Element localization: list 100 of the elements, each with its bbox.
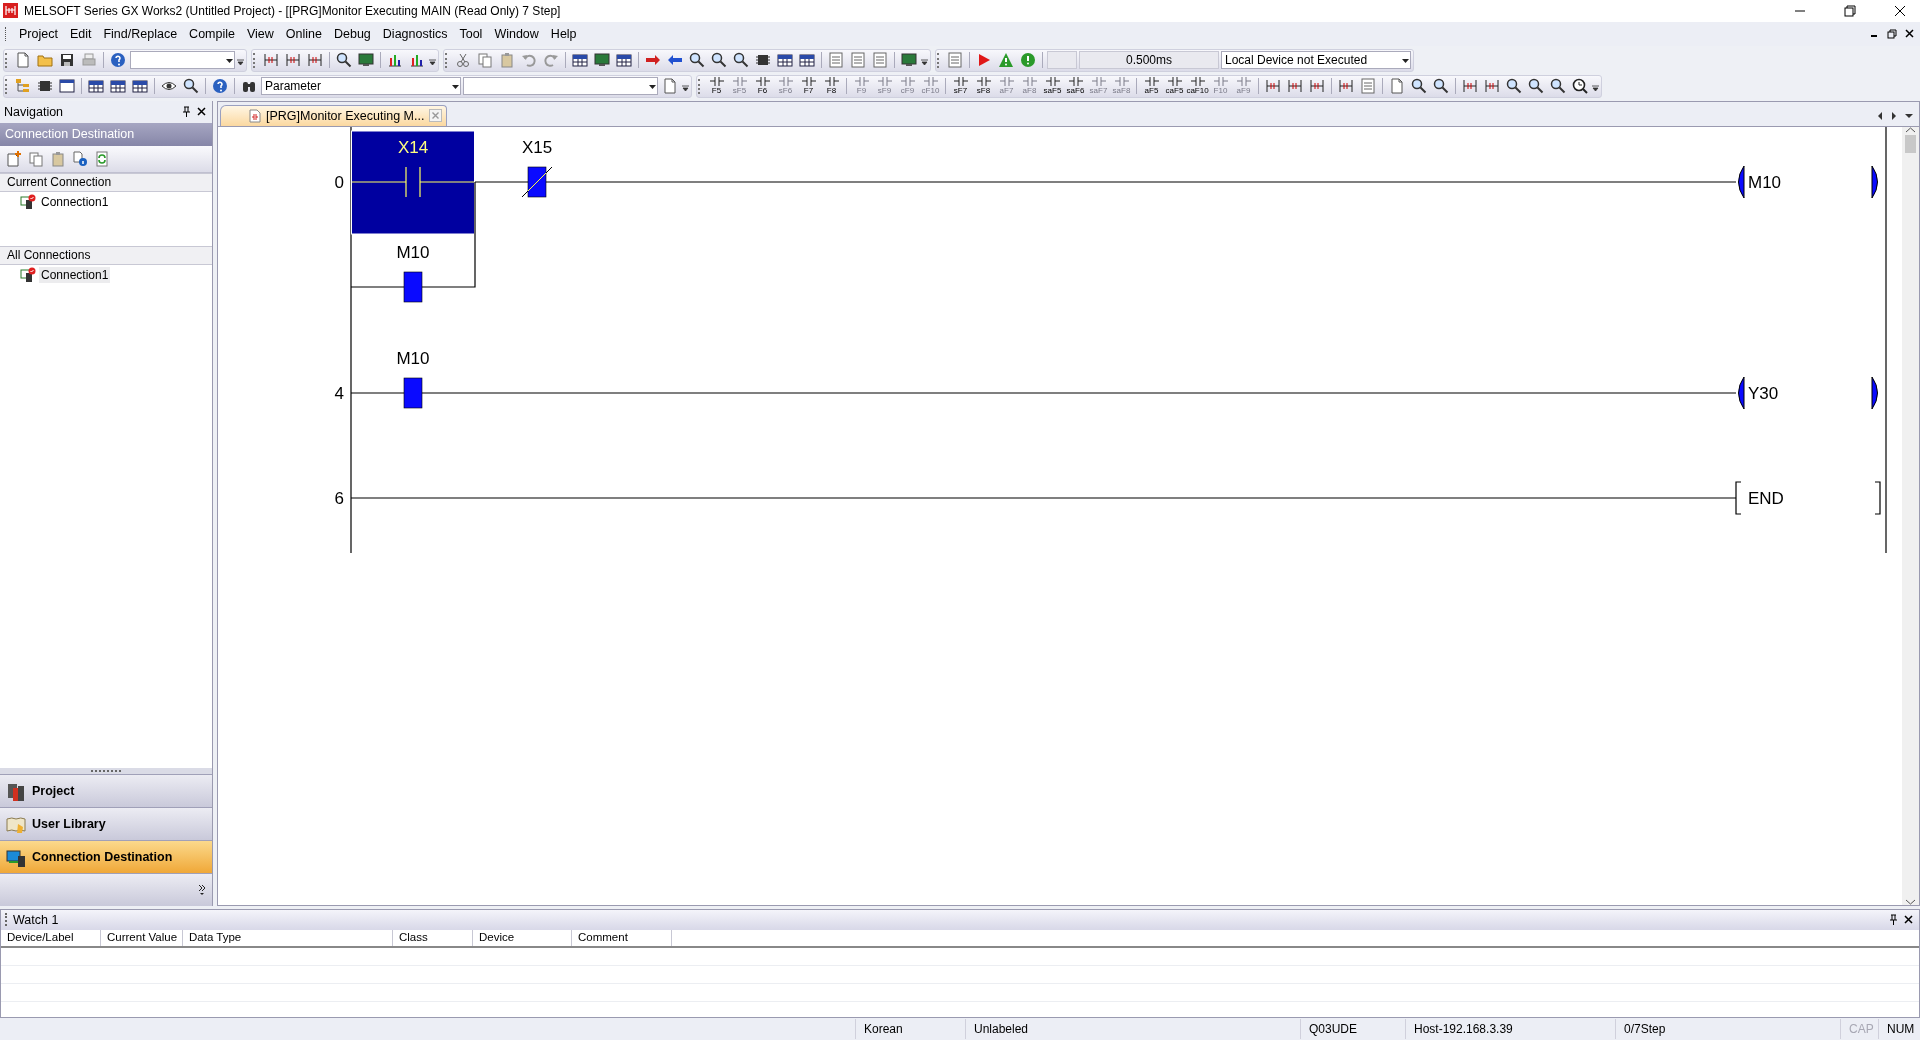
panel-button[interactable]: User Library [0, 806, 212, 840]
ladder-tool-button[interactable]: saF6 [1065, 75, 1086, 98]
document-icon[interactable] [662, 78, 678, 95]
menu-item[interactable]: Debug [328, 23, 377, 44]
magnifier-icon[interactable] [711, 52, 727, 69]
connection-item[interactable]: Connection1 [39, 193, 111, 210]
ladder-icon[interactable] [1338, 78, 1354, 95]
ladder-icon[interactable] [1462, 78, 1478, 95]
table-icon[interactable] [132, 78, 148, 95]
table-icon[interactable] [110, 78, 126, 95]
table-icon[interactable] [777, 52, 793, 69]
menu-item[interactable]: Diagnostics [376, 23, 454, 44]
ladder-icon[interactable] [285, 52, 301, 69]
document-icon[interactable] [15, 52, 31, 69]
column-header[interactable]: Comment [572, 929, 672, 946]
magnifier-icon[interactable] [336, 52, 352, 69]
magnifier-icon[interactable] [689, 52, 705, 69]
ladder-icon[interactable] [307, 52, 323, 69]
scroll-right-icon[interactable] [1891, 111, 1897, 120]
ladder-tool-button[interactable]: F6 [752, 75, 773, 98]
column-header[interactable]: Current Value [101, 929, 183, 946]
scroll-down-icon[interactable] [1906, 898, 1915, 905]
redo-icon[interactable] [543, 52, 559, 69]
menu-item[interactable]: Help [544, 23, 583, 44]
dropdown-field[interactable] [130, 51, 235, 70]
close-icon[interactable] [1894, 4, 1906, 17]
copy-icon[interactable] [477, 52, 493, 69]
menu-item[interactable]: View [240, 23, 280, 44]
magnifier-icon[interactable] [1506, 78, 1522, 95]
magnifier-icon[interactable] [1550, 78, 1566, 95]
restore-icon[interactable] [1887, 28, 1897, 39]
clipboard-icon[interactable] [50, 150, 66, 167]
ladder-tool-button[interactable]: F7 [798, 75, 819, 98]
menu-item[interactable]: Window [488, 23, 545, 44]
document-icon[interactable] [1389, 78, 1405, 95]
window-icon[interactable] [59, 78, 75, 95]
refresh-icon[interactable] [94, 150, 110, 167]
menu-item[interactable]: Edit [63, 23, 98, 44]
clipboard-icon[interactable] [499, 52, 515, 69]
magnifier-icon[interactable] [733, 52, 749, 69]
device-status-dropdown[interactable]: Local Device not Executed [1221, 51, 1411, 70]
magnifier-icon[interactable] [1528, 78, 1544, 95]
table-icon[interactable] [799, 52, 815, 69]
folder-icon[interactable] [37, 52, 53, 69]
help-icon[interactable] [212, 78, 228, 95]
ladder-icon[interactable] [263, 52, 279, 69]
undo-icon[interactable] [521, 52, 537, 69]
restore-icon[interactable] [1844, 4, 1856, 17]
computer-icon[interactable] [20, 193, 36, 210]
ladder-tool-button[interactable]: F8 [821, 75, 842, 98]
ladder-tool-button[interactable]: sF7 [950, 75, 971, 98]
tree-icon[interactable] [15, 78, 31, 95]
ladder-icon[interactable] [1287, 78, 1303, 95]
ladder-tool-button[interactable]: sF8 [973, 75, 994, 98]
zoom-icon[interactable] [1572, 78, 1588, 95]
ladder-icon[interactable] [1309, 78, 1325, 95]
column-header[interactable]: Class [393, 929, 473, 946]
close-icon[interactable] [1905, 29, 1914, 39]
document-info-icon[interactable] [72, 150, 88, 167]
ladder-tool-button[interactable]: aF5 [1141, 75, 1162, 98]
scroll-up-icon[interactable] [1906, 126, 1915, 133]
menu-item[interactable]: Project [13, 23, 64, 44]
ladder-tool-button[interactable]: F5 [706, 75, 727, 98]
ladder-tool-button[interactable]: caF5 [1164, 75, 1185, 98]
connection-item[interactable]: Connection1 [39, 266, 111, 283]
alert-icon[interactable] [1020, 52, 1036, 69]
ladder-tool-button[interactable]: saF5 [1042, 75, 1063, 98]
close-icon[interactable] [1904, 915, 1913, 925]
bar-chart-icon[interactable] [387, 52, 403, 69]
magnifier-icon[interactable] [183, 78, 199, 95]
pin-icon[interactable] [1889, 914, 1898, 926]
column-header[interactable]: Device [473, 929, 572, 946]
copy-icon[interactable] [28, 150, 44, 167]
panel-button[interactable]: Connection Destination [0, 839, 212, 873]
play-icon[interactable] [976, 52, 992, 69]
ladder-icon[interactable] [1484, 78, 1500, 95]
panel-button[interactable]: Project [0, 773, 212, 807]
menu-item[interactable]: Tool [453, 23, 489, 44]
close-icon[interactable] [197, 107, 206, 117]
magnifier-icon[interactable] [1433, 78, 1449, 95]
table-icon[interactable] [572, 52, 588, 69]
scissors-icon[interactable] [455, 52, 471, 69]
magnifier-icon[interactable] [1411, 78, 1427, 95]
floppy-icon[interactable] [59, 52, 75, 69]
scrollbar-thumb[interactable] [1905, 134, 1916, 153]
monitor-icon[interactable] [901, 52, 917, 69]
computer-icon[interactable] [20, 266, 36, 283]
column-header[interactable]: Data Type [183, 929, 393, 946]
monitor-icon[interactable] [358, 52, 374, 69]
monitor-icon[interactable] [594, 52, 610, 69]
bar-chart-icon[interactable] [409, 52, 425, 69]
ladder-icon[interactable] [1265, 78, 1281, 95]
scroll-left-icon[interactable] [1877, 111, 1883, 120]
column-header[interactable]: Device/Label [1, 929, 101, 946]
parameter-dropdown[interactable]: Parameter [261, 77, 461, 96]
menu-item[interactable]: Find/Replace [97, 23, 184, 44]
ladder-tool-button[interactable]: caF10 [1187, 75, 1208, 98]
dropdown-arrow-icon[interactable] [1905, 112, 1913, 119]
dropdown-field[interactable] [463, 77, 658, 96]
table-icon[interactable] [88, 78, 104, 95]
